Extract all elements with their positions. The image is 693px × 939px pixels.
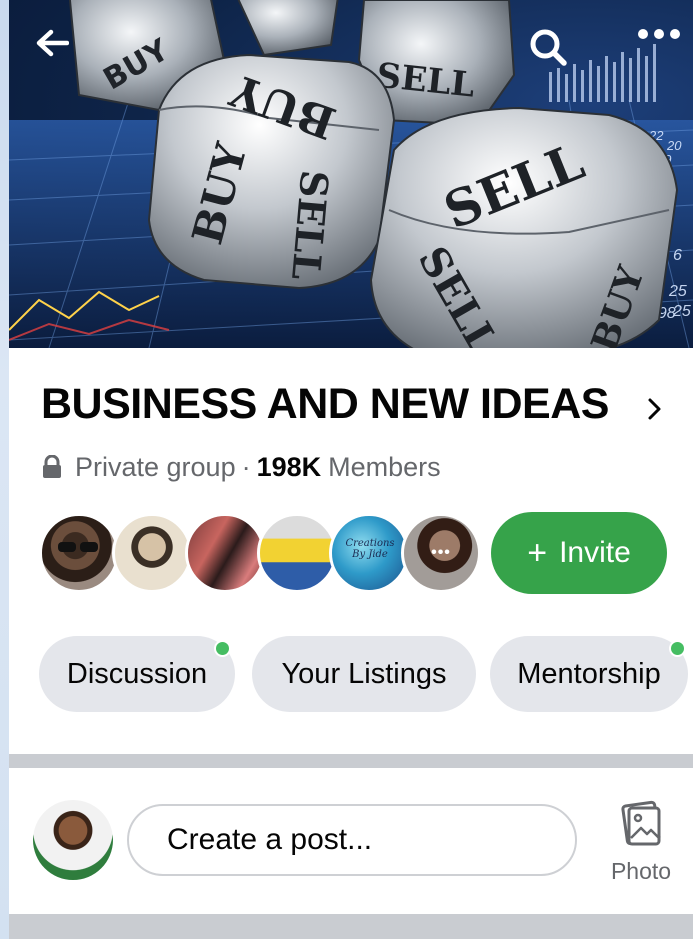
- member-avatar-2[interactable]: [112, 513, 192, 593]
- avatar-5-text: Creations By Jide: [345, 538, 395, 560]
- privacy-label: Private group: [75, 451, 236, 482]
- member-label: Members: [328, 451, 441, 482]
- die-bottom-right: SELL SELL BUY: [369, 106, 679, 348]
- svg-text:25: 25: [668, 283, 687, 300]
- search-icon: [530, 29, 567, 66]
- sunglasses-icon: [58, 542, 98, 552]
- back-button[interactable]: [35, 28, 91, 84]
- meta-separator: ·: [241, 451, 251, 482]
- current-user-avatar[interactable]: [33, 800, 113, 880]
- lock-icon: [43, 455, 61, 478]
- group-page: 22 20 89 16 89 25 0 6 25 298: [9, 0, 693, 939]
- more-members-icon: •••: [404, 516, 478, 590]
- cover-photo[interactable]: 22 20 89 16 89 25 0 6 25 298: [9, 0, 693, 348]
- invite-label: Invite: [559, 536, 631, 569]
- group-meta: Private group · 198K Members: [41, 450, 441, 484]
- arrow-left-icon: [36, 29, 69, 57]
- create-post-input[interactable]: Create a post...: [127, 804, 577, 876]
- tab-your-listings[interactable]: Your Listings: [252, 636, 476, 712]
- tab-discussion[interactable]: Discussion: [39, 636, 235, 712]
- create-post-placeholder: Create a post...: [167, 823, 373, 856]
- member-count: 198K: [256, 451, 322, 482]
- member-avatar-6[interactable]: •••: [401, 513, 481, 593]
- die-center: BUY BUY SELL: [147, 53, 396, 290]
- chevron-right-icon[interactable]: [645, 394, 665, 424]
- member-avatar-4[interactable]: [257, 513, 337, 593]
- tab-mentorship-label: Mentorship: [517, 657, 661, 690]
- photo-icon: [621, 800, 661, 846]
- member-avatar-3[interactable]: [185, 513, 265, 593]
- plus-icon: +: [527, 533, 548, 572]
- cover-illustration: 22 20 89 16 89 25 0 6 25 298: [9, 0, 693, 348]
- invite-button[interactable]: + Invite: [491, 512, 667, 594]
- more-horizontal-icon: [638, 29, 680, 39]
- photo-label: Photo: [610, 858, 672, 884]
- tab-your-listings-label: Your Listings: [281, 657, 447, 690]
- member-avatar-1[interactable]: [39, 513, 119, 593]
- svg-text:SELL: SELL: [283, 168, 337, 281]
- die-top-middle: [237, 0, 339, 57]
- section-divider: [9, 754, 693, 768]
- tab-mentorship[interactable]: Mentorship: [490, 636, 688, 712]
- member-avatar-5[interactable]: Creations By Jide: [329, 513, 409, 593]
- more-button[interactable]: [637, 28, 693, 84]
- svg-text:6: 6: [673, 247, 682, 264]
- bottom-divider: [9, 914, 693, 939]
- tab-discussion-label: Discussion: [66, 657, 208, 690]
- discussion-notification-dot: [214, 640, 231, 657]
- svg-text:20: 20: [666, 138, 682, 153]
- group-name[interactable]: BUSINESS AND NEW IDEAS: [41, 380, 609, 429]
- left-edge-strip: [0, 0, 9, 939]
- search-button[interactable]: [529, 28, 585, 84]
- photo-button[interactable]: Photo: [603, 798, 679, 890]
- mentorship-notification-dot: [669, 640, 686, 657]
